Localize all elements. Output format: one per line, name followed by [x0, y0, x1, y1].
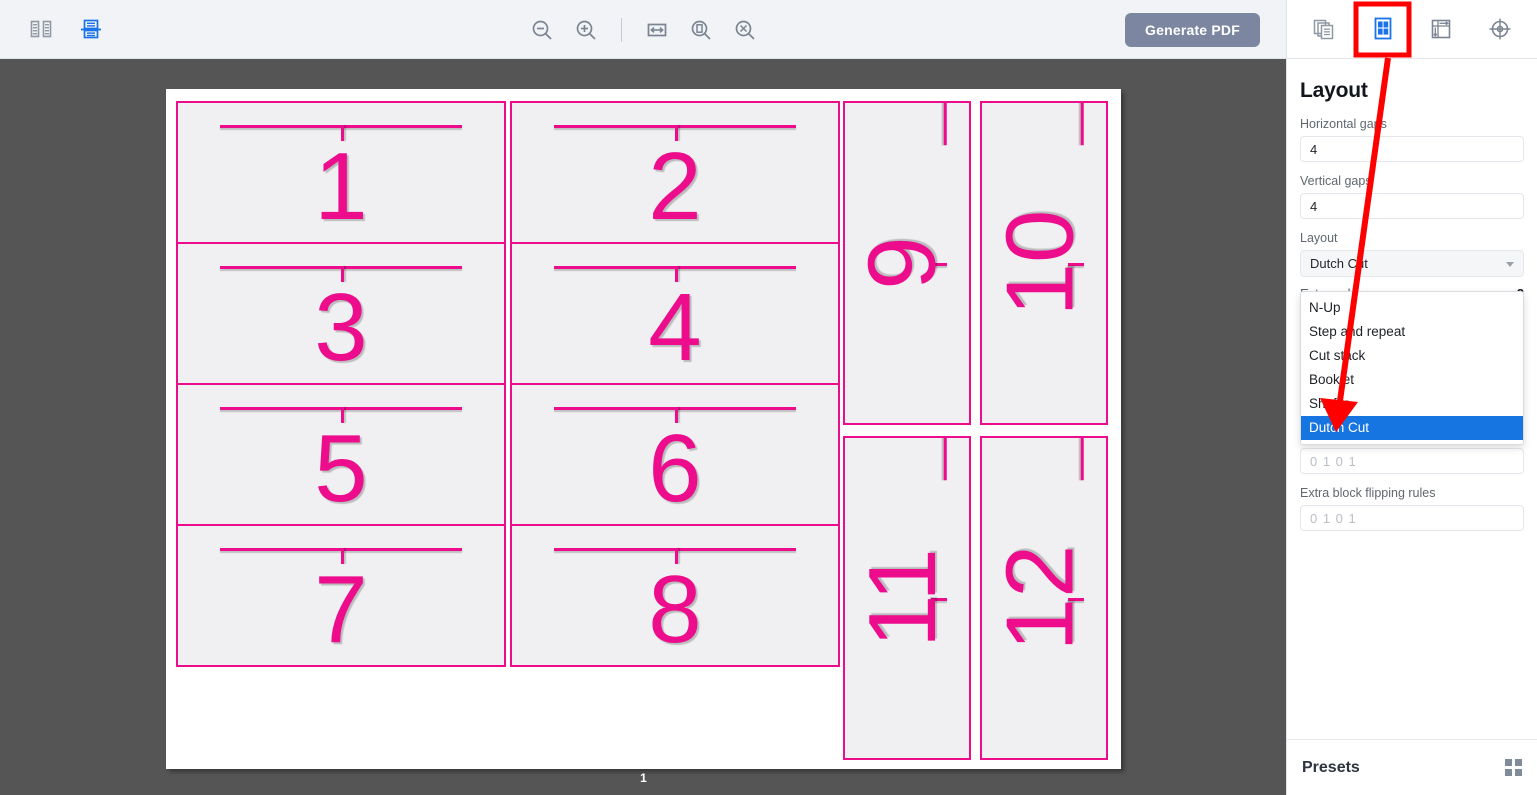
- dropdown-option[interactable]: Cut stack: [1301, 344, 1523, 368]
- card-number: 7: [314, 556, 368, 663]
- dropdown-option[interactable]: N-Up: [1301, 296, 1523, 320]
- dropdown-option[interactable]: Dutch Cut: [1301, 416, 1523, 440]
- page-number-label: 1: [640, 771, 647, 785]
- imposition-card[interactable]: 2: [510, 101, 840, 244]
- layout-dropdown-menu[interactable]: N-Up Step and repeat Cut stack Booklet Shuff…: [1300, 291, 1524, 445]
- card-number: 8: [648, 556, 702, 663]
- horizontal-gaps-input[interactable]: [1300, 136, 1524, 162]
- dropdown-option[interactable]: Step and repeat: [1301, 320, 1523, 344]
- card-number-wrap: 9: [849, 103, 956, 423]
- extra-block-flipping-rules-input[interactable]: [1300, 505, 1524, 531]
- grid-icon[interactable]: [1505, 759, 1522, 776]
- preview-canvas[interactable]: 1 2 3 4 5 6 7 8 9 10 11 12 1: [0, 59, 1286, 795]
- card-number: 9: [848, 236, 956, 290]
- layout-select[interactable]: Dutch Cut: [1300, 250, 1524, 277]
- tab-layout[interactable]: [1364, 10, 1402, 48]
- split-view-icon[interactable]: [24, 12, 58, 46]
- imposition-card[interactable]: 4: [510, 242, 840, 385]
- card-number: 12: [986, 544, 1093, 652]
- imposition-card[interactable]: 5: [176, 383, 506, 526]
- save-layout-icon[interactable]: [74, 12, 108, 46]
- card-rule-line: [1081, 438, 1084, 480]
- card-number: 4: [648, 274, 702, 381]
- app-root: Generate PDF 1 2 3 4 5 6 7 8 9 10 11 12 1: [0, 0, 1537, 795]
- fit-width-icon[interactable]: [640, 13, 674, 47]
- zoom-in-icon[interactable]: [569, 13, 603, 47]
- flipping-rules-input[interactable]: [1300, 448, 1524, 474]
- layout-select-label: Layout: [1300, 231, 1338, 245]
- extra-block-flipping-rules-label: Extra block flipping rules: [1300, 486, 1436, 500]
- card-number-wrap: 11: [849, 438, 956, 758]
- right-sidebar: Layout Horizontal gaps Vertical gaps Lay…: [1286, 0, 1537, 795]
- chevron-down-icon: [1506, 262, 1514, 267]
- layout-section-title: Layout: [1300, 79, 1368, 102]
- imposition-card[interactable]: 11: [843, 436, 971, 760]
- card-number: 10: [986, 209, 1093, 317]
- vertical-gaps-label: Vertical gaps: [1300, 174, 1372, 188]
- toolbar-divider: [620, 17, 622, 42]
- layout-select-value: Dutch Cut: [1310, 256, 1368, 271]
- imposition-card[interactable]: 12: [980, 436, 1108, 760]
- card-rule-line: [944, 103, 947, 145]
- card-number: 3: [314, 274, 368, 381]
- dropdown-option[interactable]: Booklet: [1301, 368, 1523, 392]
- imposition-card[interactable]: 7: [176, 524, 506, 667]
- imposition-card[interactable]: 1: [176, 101, 506, 244]
- presets-bar[interactable]: Presets: [1287, 739, 1537, 795]
- imposition-card[interactable]: 8: [510, 524, 840, 667]
- imposition-card[interactable]: 10: [980, 101, 1108, 425]
- card-number-wrap: 12: [986, 438, 1093, 758]
- generate-pdf-button[interactable]: Generate PDF: [1125, 13, 1260, 47]
- presets-label: Presets: [1302, 758, 1360, 776]
- imposition-card[interactable]: 6: [510, 383, 840, 526]
- card-rule-line: [1081, 103, 1084, 145]
- card-number: 5: [314, 415, 368, 522]
- card-number: 11: [849, 548, 956, 648]
- card-rule-line: [944, 438, 947, 480]
- tab-pages[interactable]: [1305, 10, 1343, 48]
- imposition-card[interactable]: 3: [176, 242, 506, 385]
- card-number: 2: [648, 133, 702, 240]
- zoom-reset-icon[interactable]: [728, 13, 762, 47]
- imposition-card[interactable]: 9: [843, 101, 971, 425]
- fit-page-icon[interactable]: [684, 13, 718, 47]
- card-number: 6: [648, 415, 702, 522]
- card-number: 1: [314, 133, 368, 240]
- horizontal-gaps-label: Horizontal gaps: [1300, 117, 1387, 131]
- tab-margins[interactable]: [1422, 10, 1460, 48]
- vertical-gaps-input[interactable]: [1300, 193, 1524, 219]
- card-number-wrap: 10: [986, 103, 1093, 423]
- toolbar-right-group: Generate PDF: [1125, 13, 1260, 47]
- top-toolbar: Generate PDF: [0, 0, 1286, 59]
- sidebar-tabs: [1287, 0, 1537, 59]
- tab-marks[interactable]: [1481, 10, 1519, 48]
- toolbar-left-group: [0, 12, 108, 46]
- zoom-out-icon[interactable]: [525, 13, 559, 47]
- imposition-sheet[interactable]: 1 2 3 4 5 6 7 8 9 10 11 12: [166, 89, 1121, 769]
- dropdown-option[interactable]: Shuffle: [1301, 392, 1523, 416]
- toolbar-zoom-group: [0, 0, 1286, 59]
